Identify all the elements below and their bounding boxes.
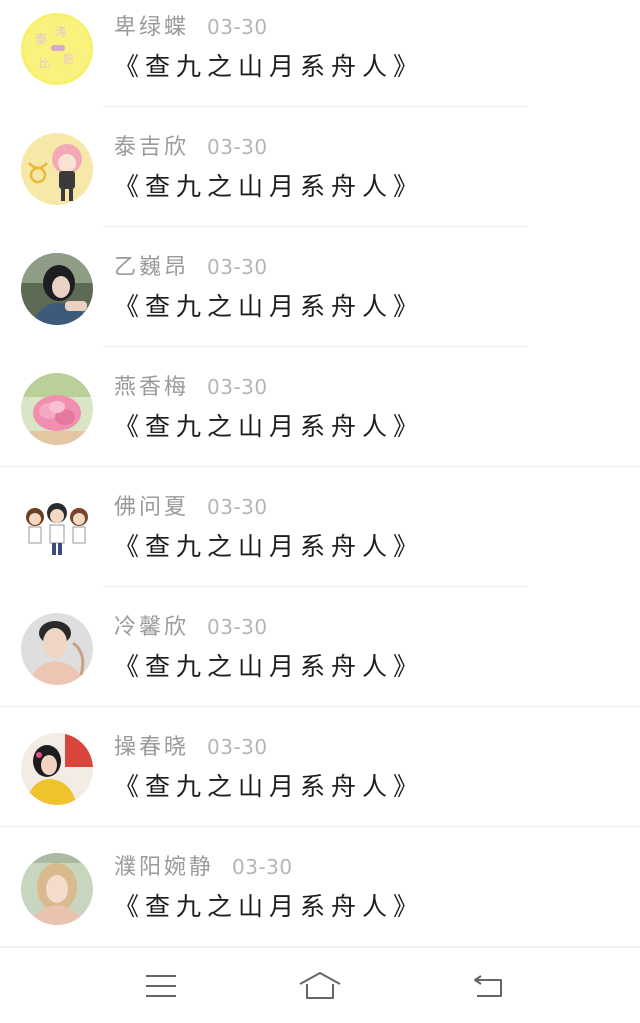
avatar[interactable]: [21, 493, 93, 565]
list-item[interactable]: 冷馨欣 03-30 《查九之山月系舟人》: [0, 587, 640, 707]
avatar[interactable]: 泰 涛 比 愿: [21, 13, 93, 85]
message-date: 03-30: [207, 735, 268, 759]
sender-name: 操春晓: [114, 735, 190, 760]
anime-girl-taurus-avatar-icon: [21, 133, 93, 205]
sender-name: 濮阳婉静: [114, 855, 215, 880]
three-cartoon-boys-avatar-icon: [21, 493, 93, 565]
message-meta: 泰吉欣 03-30: [114, 129, 268, 161]
message-date: 03-30: [232, 855, 293, 879]
svg-text:愿: 愿: [63, 53, 74, 66]
list-item[interactable]: 佛问夏 03-30 《查九之山月系舟人》: [0, 467, 640, 587]
message-meta: 佛问夏 03-30: [114, 489, 268, 521]
sender-name: 卑绿蝶: [114, 15, 190, 40]
message-meta: 燕香梅 03-30: [114, 369, 268, 401]
svg-text:涛: 涛: [55, 24, 66, 38]
back-button[interactable]: [464, 966, 512, 1006]
message-text: 《查九之山月系舟人》: [114, 532, 425, 561]
home-icon: [299, 972, 341, 999]
back-icon: [474, 975, 502, 997]
sender-name: 燕香梅: [114, 375, 190, 400]
message-text: 《查九之山月系舟人》: [114, 772, 425, 801]
avatar[interactable]: [21, 373, 93, 445]
girl-yellow-shirt-avatar-icon: [21, 733, 93, 805]
menu-icon: [146, 975, 176, 997]
pink-flower-avatar-icon: [21, 373, 93, 445]
list-item[interactable]: 泰吉欣 03-30 《查九之山月系舟人》: [0, 107, 640, 227]
avatar[interactable]: [21, 253, 93, 325]
message-text: 《查九之山月系舟人》: [114, 652, 425, 681]
avatar[interactable]: [21, 133, 93, 205]
list-item[interactable]: 操春晓 03-30 《查九之山月系舟人》: [0, 707, 640, 827]
sender-name: 冷馨欣: [114, 615, 190, 640]
message-date: 03-30: [207, 615, 268, 639]
man-portrait-avatar-icon: [21, 613, 93, 685]
list-item[interactable]: 濮阳婉静 03-30 《查九之山月系舟人》: [0, 827, 640, 947]
message-text: 《查九之山月系舟人》: [114, 52, 425, 81]
menu-button[interactable]: [137, 966, 185, 1006]
message-date: 03-30: [207, 375, 268, 399]
message-date: 03-30: [207, 15, 268, 39]
home-button[interactable]: [296, 966, 344, 1006]
list-item[interactable]: 乙巍昂 03-30 《查九之山月系舟人》: [0, 227, 640, 347]
message-list: 泰 涛 比 愿 卑绿蝶 03-30 《查九之山月系舟人》 泰吉欣 03-30 《…: [0, 0, 640, 947]
sender-name: 泰吉欣: [114, 135, 190, 160]
message-meta: 冷馨欣 03-30: [114, 609, 268, 641]
message-date: 03-30: [207, 135, 268, 159]
avatar[interactable]: [21, 733, 93, 805]
svg-text:泰: 泰: [35, 32, 47, 46]
sender-name: 佛问夏: [114, 495, 190, 520]
bottom-navigation-bar: [0, 947, 640, 1023]
girl-photo-avatar-icon: [21, 253, 93, 325]
list-item[interactable]: 燕香梅 03-30 《查九之山月系舟人》: [0, 347, 640, 467]
yellow-circle-text-avatar-icon: 泰 涛 比 愿: [21, 13, 93, 85]
message-text: 《查九之山月系舟人》: [114, 172, 425, 201]
message-meta: 乙巍昂 03-30: [114, 249, 268, 281]
message-meta: 操春晓 03-30: [114, 729, 268, 761]
sender-name: 乙巍昂: [114, 255, 190, 280]
avatar[interactable]: [21, 613, 93, 685]
svg-text:比: 比: [39, 57, 50, 70]
avatar[interactable]: [21, 853, 93, 925]
message-date: 03-30: [207, 255, 268, 279]
blonde-girl-avatar-icon: [21, 853, 93, 925]
message-text: 《查九之山月系舟人》: [114, 292, 425, 321]
message-text: 《查九之山月系舟人》: [114, 412, 425, 441]
list-item[interactable]: 泰 涛 比 愿 卑绿蝶 03-30 《查九之山月系舟人》: [0, 0, 640, 107]
message-meta: 濮阳婉静 03-30: [114, 849, 293, 881]
message-date: 03-30: [207, 495, 268, 519]
message-text: 《查九之山月系舟人》: [114, 892, 425, 921]
message-meta: 卑绿蝶 03-30: [114, 9, 268, 41]
